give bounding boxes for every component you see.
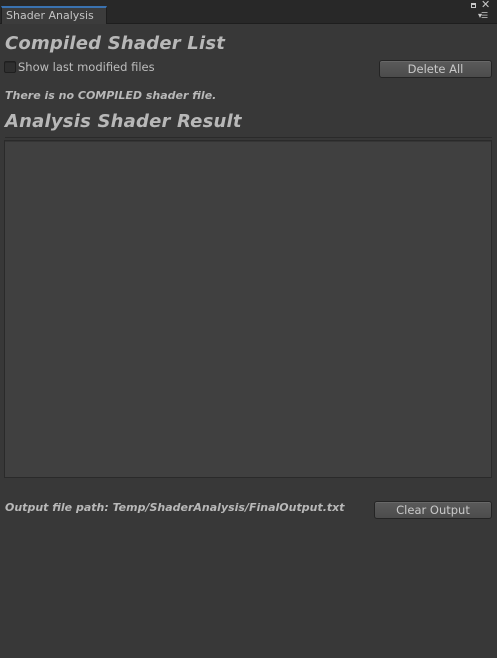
tab-shader-analysis[interactable]: Shader Analysis <box>1 6 107 24</box>
show-last-modified-row[interactable]: Show last modified files <box>4 60 155 74</box>
delete-all-button[interactable]: Delete All <box>379 60 492 78</box>
shader-analysis-window: Shader Analysis ✕ ▾☰ Compiled Shader Lis… <box>0 0 497 658</box>
window-menu-icon[interactable]: ▾☰ <box>478 12 488 20</box>
close-icon[interactable]: ✕ <box>481 0 490 10</box>
compiled-shader-list-title: Compiled Shader List <box>5 33 226 54</box>
clear-output-button[interactable]: Clear Output <box>374 501 492 519</box>
show-last-modified-label[interactable]: Show last modified files <box>18 60 155 74</box>
tab-bar: Shader Analysis ✕ ▾☰ <box>0 0 497 24</box>
maximize-icon[interactable] <box>471 3 476 8</box>
show-last-modified-checkbox[interactable] <box>4 61 16 73</box>
compiled-status-text: There is no COMPILED shader file. <box>5 89 217 102</box>
section-divider <box>5 137 492 138</box>
analysis-result-text-area[interactable] <box>4 140 492 478</box>
output-file-path-label: Output file path: Temp/ShaderAnalysis/Fi… <box>5 501 345 514</box>
analysis-shader-result-title: Analysis Shader Result <box>5 111 242 132</box>
